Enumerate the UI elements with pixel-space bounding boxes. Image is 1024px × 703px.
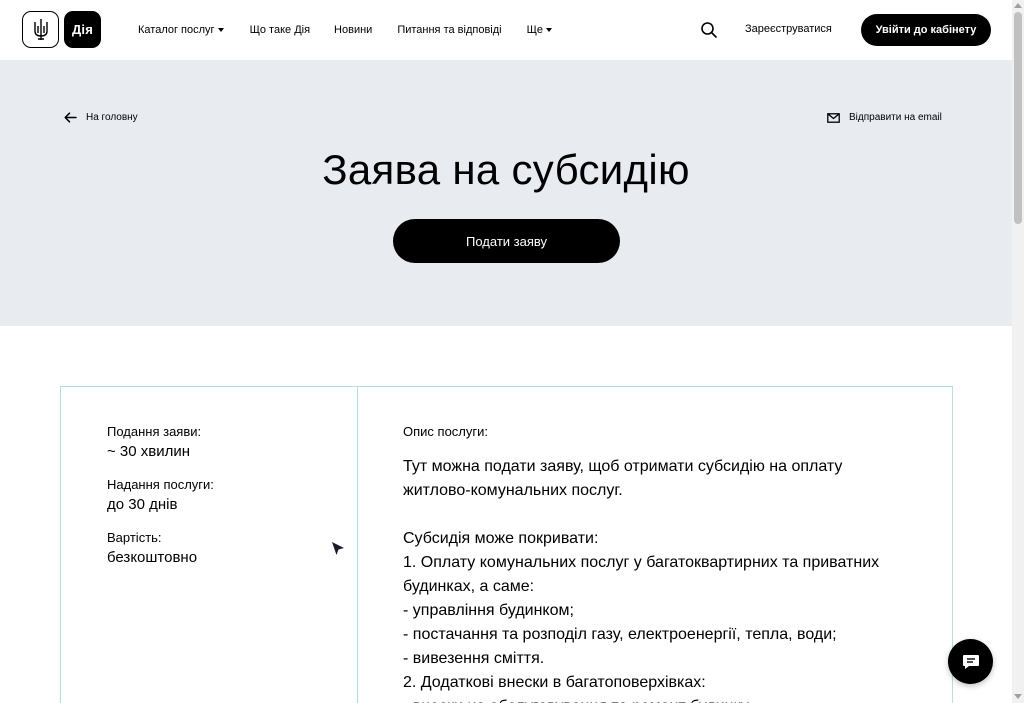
- nav-item-about[interactable]: Що таке Дія: [250, 22, 310, 38]
- page-scrollbar[interactable]: [1012, 0, 1024, 703]
- nav-item-label: Питання та відповіді: [397, 24, 502, 36]
- info-label: Подання заяви:: [107, 424, 202, 439]
- login-button[interactable]: Увійти до кабінету: [861, 14, 991, 46]
- scrollbar-thumb[interactable]: [1014, 12, 1022, 224]
- nav-item-label: Що таке Дія: [249, 24, 311, 36]
- email-link-label: Відправити на email: [849, 112, 942, 123]
- info-item-service-time: Надання послуги: до 30 днів: [107, 476, 357, 515]
- description-line: - управління будинком;: [403, 602, 574, 619]
- page: Дія Каталог послуг Що таке Дія Новини Пи…: [0, 0, 1024, 703]
- info-item-cost: Вартість: безкоштовно: [107, 529, 357, 568]
- description-line: - постачання та розподіл газу, електроен…: [403, 626, 837, 643]
- info-value: до 30 днів: [107, 496, 178, 513]
- caret-down-icon: [217, 28, 224, 32]
- nav-item-label: Каталог послуг: [138, 24, 215, 36]
- info-value: безкоштовно: [107, 549, 198, 566]
- chat-support-button[interactable]: [948, 639, 993, 684]
- nav-item-more[interactable]: Ще: [526, 22, 553, 38]
- main-nav: Каталог послуг Що таке Дія Новини Питанн…: [138, 22, 553, 38]
- chat-bubble-icon: [962, 654, 979, 669]
- mouse-cursor-icon: [332, 542, 344, 555]
- page-title: Заява на субсидію: [322, 146, 690, 193]
- service-meta: Подання заяви: ~ 30 хвилин Надання послу…: [61, 387, 358, 703]
- diia-logo-text: Дія: [71, 22, 94, 37]
- scroll-down-icon[interactable]: [1014, 694, 1022, 699]
- arrow-left-icon: [64, 112, 77, 123]
- description-line: Субсидія може покривати:: [403, 530, 599, 547]
- info-label: Вартість:: [107, 530, 162, 545]
- nav-item-catalog[interactable]: Каталог послуг: [138, 22, 224, 38]
- nav-item-news[interactable]: Новини: [334, 22, 372, 38]
- apply-button[interactable]: Подати заяву: [393, 219, 620, 263]
- info-label: Надання послуги:: [107, 477, 214, 492]
- scroll-up-icon[interactable]: [1014, 3, 1022, 8]
- description-line: 2. Додаткові внески в багатоповерхівках:: [403, 674, 706, 691]
- hero-section: На головну Відправити на email Заява на …: [0, 60, 1012, 326]
- description-line: - внески на обслуговування та ремонт буд…: [403, 695, 913, 703]
- nav-item-label: Новини: [334, 24, 373, 36]
- back-to-home-link[interactable]: На головну: [64, 112, 138, 123]
- description-line: - вивезення сміття.: [403, 650, 545, 667]
- nav-item-label: Ще: [526, 24, 544, 36]
- register-link[interactable]: Зареєструватися: [745, 23, 832, 35]
- diia-logo[interactable]: Дія: [64, 11, 101, 48]
- service-info-card: Подання заяви: ~ 30 хвилин Надання послу…: [60, 386, 953, 703]
- description-label: Опис послуги:: [403, 424, 488, 439]
- back-link-label: На головну: [86, 112, 138, 123]
- info-item-submission-time: Подання заяви: ~ 30 хвилин: [107, 423, 357, 462]
- mail-icon: [827, 112, 840, 123]
- description-line: 1. Оплату комунальних послуг у багатоква…: [403, 554, 880, 595]
- site-header: Дія Каталог послуг Що таке Дія Новини Пи…: [0, 0, 1012, 60]
- caret-down-icon: [546, 28, 553, 32]
- info-value: ~ 30 хвилин: [107, 443, 191, 460]
- service-description: Опис послуги: Тут можна подати заяву, що…: [358, 387, 952, 703]
- description-text: Тут можна подати заяву, щоб отримати суб…: [403, 455, 913, 703]
- description-intro: Тут можна подати заяву, щоб отримати суб…: [403, 458, 843, 499]
- search-icon[interactable]: [700, 21, 718, 39]
- nav-item-faq[interactable]: Питання та відповіді: [397, 22, 501, 38]
- tryzub-logo-icon[interactable]: [22, 11, 59, 48]
- send-email-link[interactable]: Відправити на email: [827, 112, 942, 123]
